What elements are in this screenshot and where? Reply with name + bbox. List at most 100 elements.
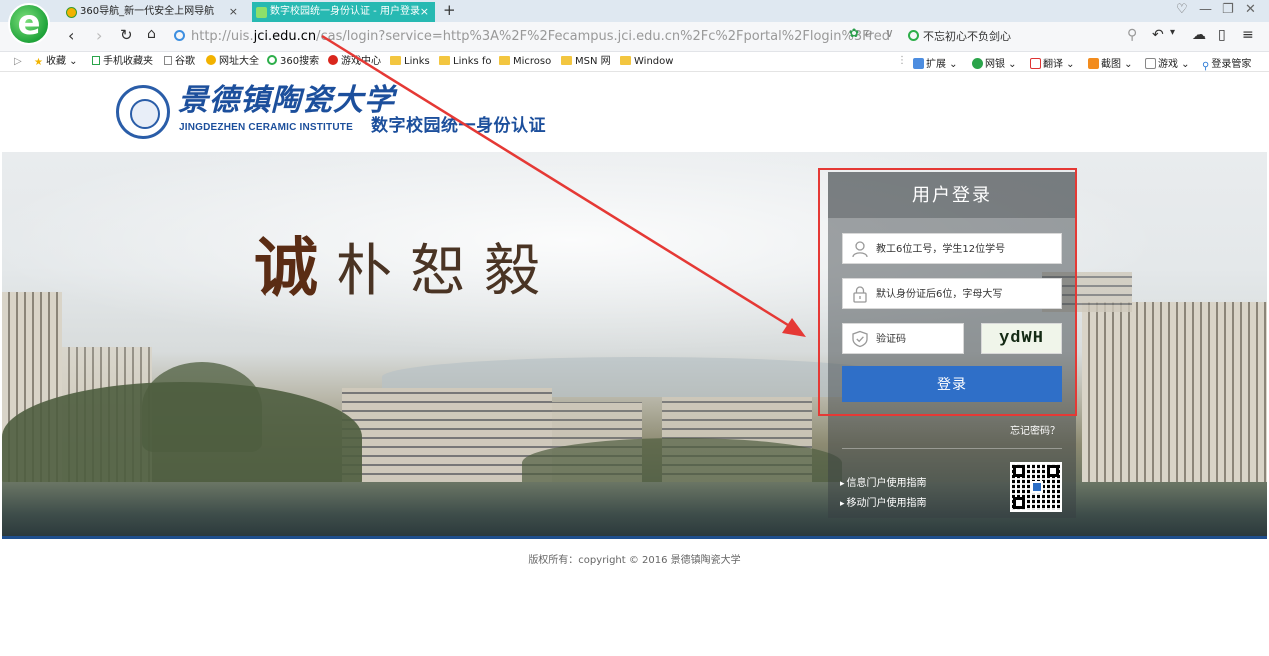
user-icon [851, 240, 869, 258]
minimize-icon[interactable]: — [1199, 2, 1212, 17]
bookmarks-bar: ▷ ★ 收藏 ⌄ 手机收藏夹 谷歌 网址大全 360搜索 游戏中心 Links L… [0, 52, 1269, 72]
motto-calligraphy: 诚朴恕毅 [254, 236, 558, 305]
shirt-icon[interactable]: ♡ [1176, 2, 1188, 17]
url-prefix: http://uis. [191, 29, 254, 44]
username-placeholder: 教工6位工号，学生12位学号 [876, 244, 1006, 255]
sky-glow [2, 152, 1267, 372]
url-path: /cas/login?service=http%3A%2F%2Fecampus.… [316, 29, 890, 44]
search-engine-icon [908, 30, 919, 41]
bookmark-site-directory[interactable]: 网址大全 [206, 55, 259, 69]
lake [2, 482, 1267, 536]
school-name-cn: 景德镇陶瓷大学 [178, 83, 395, 118]
search-icon [267, 55, 277, 65]
trees-center [522, 438, 842, 488]
tab-360-navigation[interactable]: 360导航_新一代安全上网导航 × [62, 2, 244, 22]
screenshot-icon [1088, 58, 1099, 69]
forward-icon[interactable]: › [96, 26, 102, 45]
motto-first-char: 诚 [254, 231, 336, 306]
copyright-text: 版权所有：copyright © 2016 景德镇陶瓷大学 [528, 555, 741, 566]
address-bar[interactable]: http://uis.jci.edu.cn/cas/login?service=… [172, 26, 890, 48]
bookmark-windows[interactable]: Window [620, 55, 673, 69]
dropdown-icon[interactable]: ∨ [885, 26, 894, 40]
building-center [342, 388, 552, 482]
browser-nav-bar: ‹ › ↻ ⌂ http://uis.jci.edu.cn/cas/login?… [0, 22, 1269, 52]
login-button[interactable]: 登录 [842, 366, 1062, 402]
bookmark-mobile[interactable]: 手机收藏夹 [92, 55, 153, 69]
panel-divider [842, 448, 1062, 449]
home-icon[interactable]: ⌂ [147, 26, 156, 42]
toolbar-games[interactable]: 游戏 ⌄ [1145, 55, 1190, 70]
motto-rest: 朴恕毅 [336, 239, 558, 304]
mobile-icon[interactable]: ▯ [1218, 27, 1226, 43]
maximize-icon[interactable]: ❐ [1222, 2, 1234, 17]
bank-icon [972, 58, 983, 69]
qr-code-icon [1010, 462, 1062, 512]
toolbar-netbank[interactable]: 网银 ⌄ [972, 55, 1017, 70]
bookmark-google[interactable]: 谷歌 [164, 55, 195, 69]
campus-banner: 诚朴恕毅 [2, 152, 1267, 536]
tab-favicon-icon [256, 7, 267, 18]
folder-icon [561, 56, 572, 65]
portal-guide-link[interactable]: 信息门户使用指南 [840, 474, 927, 489]
captcha-field[interactable]: 验证码 [842, 323, 964, 354]
building-right [1082, 302, 1267, 482]
more-icon[interactable]: ⋮ [897, 55, 907, 66]
key-icon: ⚲ [1202, 61, 1210, 72]
tab-close-icon[interactable]: × [229, 2, 238, 22]
close-window-icon[interactable]: ✕ [1245, 2, 1256, 17]
compat-mode-icon[interactable]: ℯ [865, 26, 872, 40]
page-header: 景德镇陶瓷大学 JINGDEZHEN CERAMIC INSTITUTE 数字校… [0, 72, 1269, 152]
login-panel: 用户登录 教工6位工号，学生12位学号 默认身份证后6位，字母大写 验证码 yd… [828, 172, 1076, 518]
tab-close-icon[interactable]: × [420, 2, 429, 22]
username-field[interactable]: 教工6位工号，学生12位学号 [842, 233, 1062, 264]
undo-icon[interactable]: ↶ [1152, 27, 1164, 43]
bookmark-360-search[interactable]: 360搜索 [267, 55, 319, 69]
game-icon [328, 55, 338, 65]
new-tab-button[interactable]: + [443, 1, 456, 19]
undo-dropdown-icon[interactable]: ▾ [1170, 27, 1175, 38]
site-info-icon[interactable] [174, 30, 185, 41]
qr-corner [1013, 465, 1025, 477]
forgot-password-link[interactable]: 忘记密码？ [1010, 422, 1060, 437]
mobile-portal-guide-link[interactable]: 移动门户使用指南 [840, 494, 927, 509]
captcha-image[interactable]: ydWH [981, 323, 1062, 354]
search-text: 不忘初心不负剑心 [923, 30, 1011, 43]
menu-icon[interactable]: ≡ [1242, 27, 1254, 43]
bookmark-favorites[interactable]: ★ 收藏 ⌄ [34, 55, 78, 69]
bookmark-msn[interactable]: MSN 网 [561, 55, 611, 69]
university-emblem-icon [116, 85, 170, 139]
tab-login[interactable]: 数字校园统一身份认证 - 用户登录 × [252, 2, 435, 22]
qr-corner [1013, 497, 1025, 509]
bookmark-microsoft[interactable]: Microso [499, 55, 551, 69]
security-shield-icon[interactable]: ✿ [849, 26, 859, 40]
toolbar-screenshot[interactable]: 截图 ⌄ [1088, 55, 1133, 70]
folder-icon [499, 56, 510, 65]
password-field[interactable]: 默认身份证后6位，字母大写 [842, 278, 1062, 309]
reload-icon[interactable]: ↻ [120, 26, 133, 44]
bookmark-links[interactable]: Links [390, 55, 430, 69]
sidebar-toggle-icon[interactable]: ▷ [14, 55, 22, 69]
lock-icon [851, 285, 869, 303]
banner-bottom-line [2, 536, 1267, 539]
browser-logo-icon[interactable]: e [8, 3, 50, 45]
search-icon[interactable]: ⚲ [1127, 27, 1137, 43]
toolbar-extensions[interactable]: 扩展 ⌄ [913, 55, 958, 70]
login-title: 用户登录 [828, 172, 1076, 219]
tab-favicon-icon [66, 7, 77, 18]
bookmark-links-fo[interactable]: Links fo [439, 55, 492, 69]
school-name-en: JINGDEZHEN CERAMIC INSTITUTE [179, 122, 353, 133]
tab-title: 360导航_新一代安全上网导航 [80, 6, 215, 17]
toolbar-login-manager[interactable]: ⚲ 登录管家 [1202, 55, 1251, 72]
game-icon [1145, 58, 1156, 69]
back-icon[interactable]: ‹ [68, 26, 74, 45]
captcha-placeholder: 验证码 [876, 334, 906, 345]
toolbar-translate[interactable]: 翻译 ⌄ [1030, 55, 1075, 70]
qr-corner [1047, 465, 1059, 477]
tab-title: 数字校园统一身份认证 - 用户登录 [270, 6, 420, 17]
browser-tab-bar: e 360导航_新一代安全上网导航 × 数字校园统一身份认证 - 用户登录 × … [0, 0, 1269, 45]
cloud-icon[interactable]: ☁ [1192, 27, 1206, 43]
extension-icon [913, 58, 924, 69]
bookmark-game-center[interactable]: 游戏中心 [328, 55, 381, 69]
search-input[interactable]: 不忘初心不负剑心 [908, 26, 1140, 48]
phone-icon [92, 56, 100, 65]
